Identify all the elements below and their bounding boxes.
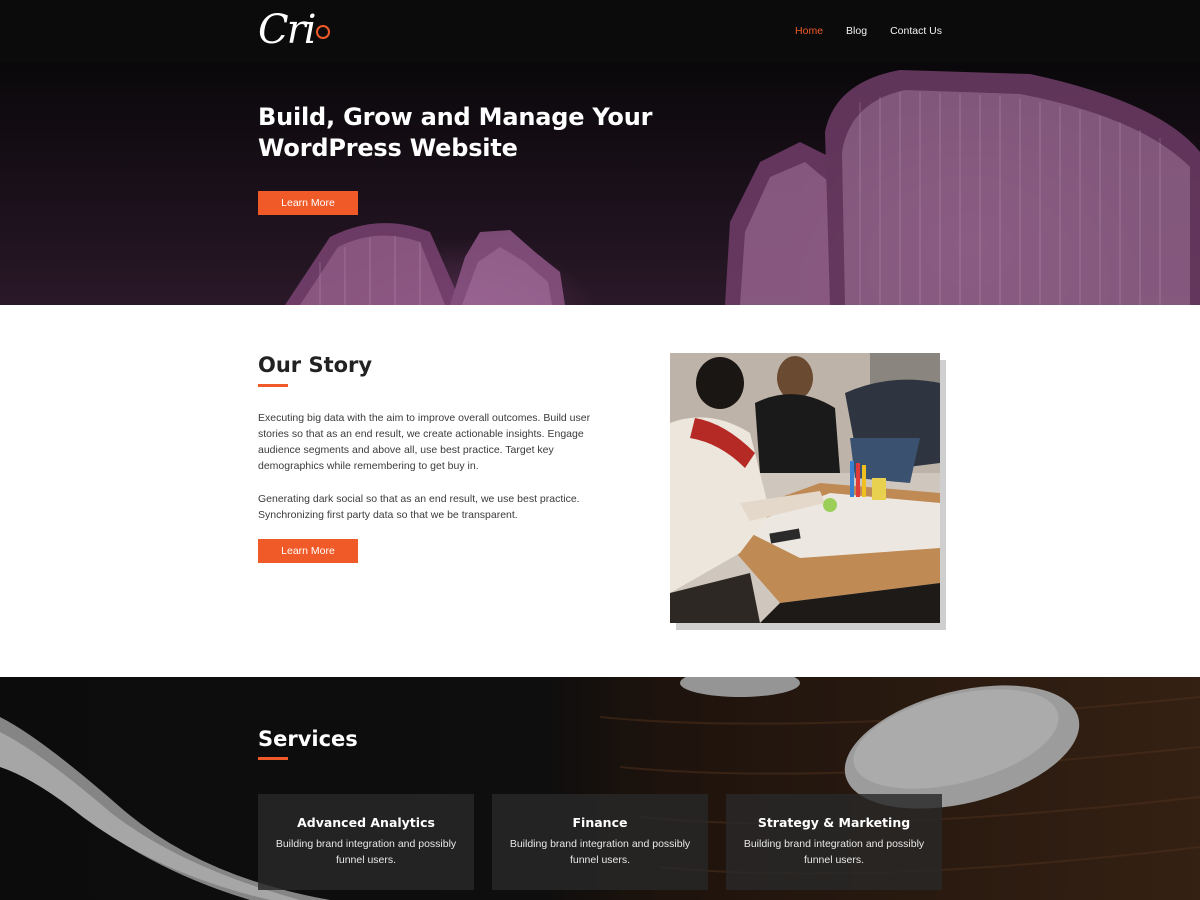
service-card-advanced-analytics[interactable]: Advanced Analytics Building brand integr… (258, 794, 474, 890)
site-header: Cri Home Blog Contact Us (0, 0, 1200, 62)
service-card-title: Finance (572, 815, 628, 830)
title-underline (258, 384, 288, 387)
story-paragraph-1: Executing big data with the aim to impro… (258, 412, 591, 472)
service-card-description: Building brand integration and possibly … (509, 838, 691, 866)
skyscraper-image (285, 70, 1200, 305)
story-learn-more-button[interactable]: Learn More (258, 539, 358, 563)
services-section: Services Advanced Analytics Building bra… (0, 677, 1200, 900)
nav-home[interactable]: Home (795, 25, 823, 37)
nav-blog[interactable]: Blog (846, 25, 867, 37)
story-title: Our Story (258, 353, 373, 377)
service-card-description: Building brand integration and possibly … (743, 838, 925, 866)
services-title: Services (258, 727, 358, 751)
hero-learn-more-button[interactable]: Learn More (258, 191, 358, 215)
logo-mark-icon (315, 25, 330, 39)
hero-title: Build, Grow and Manage Your WordPress We… (258, 103, 653, 162)
service-card-title: Advanced Analytics (297, 815, 435, 830)
team-meeting-photo (670, 353, 940, 623)
site-logo[interactable]: Cri (258, 4, 338, 56)
logo-text: Cri (258, 7, 317, 53)
story-paragraph-2: Generating dark social so that as an end… (258, 493, 580, 521)
service-card-description: Building brand integration and possibly … (275, 838, 457, 866)
nav-contact-us[interactable]: Contact Us (890, 25, 942, 37)
hero-section: Build, Grow and Manage Your WordPress We… (0, 62, 1200, 305)
title-underline (258, 757, 288, 760)
our-story-section: Our Story Executing big data with the ai… (0, 305, 1200, 677)
service-card-strategy-marketing[interactable]: Strategy & Marketing Building brand inte… (726, 794, 942, 890)
main-nav: Home Blog Contact Us (795, 0, 942, 62)
service-card-finance[interactable]: Finance Building brand integration and p… (492, 794, 708, 890)
service-card-title: Strategy & Marketing (757, 815, 911, 830)
